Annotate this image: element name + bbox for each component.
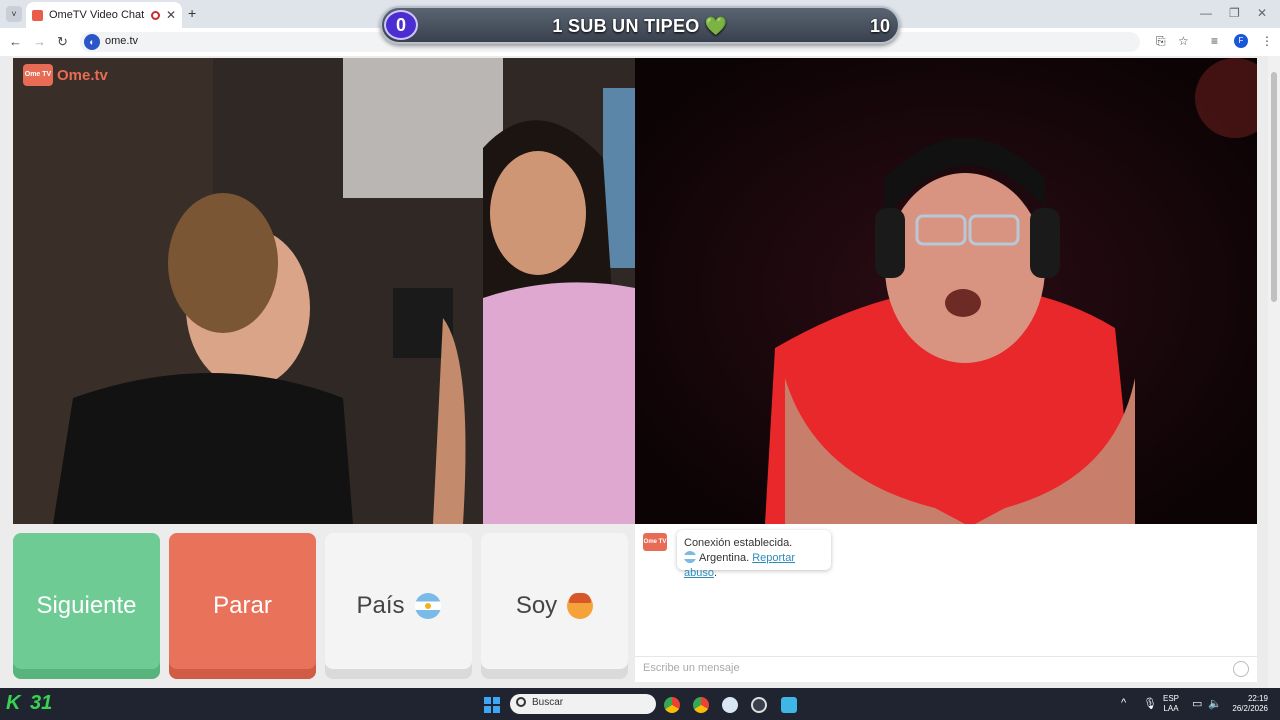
- banner-counter-right: 10: [869, 16, 890, 36]
- url-text[interactable]: ome.tv: [105, 35, 138, 47]
- back-icon[interactable]: ←: [9, 34, 22, 49]
- stop-button[interactable]: Parar: [169, 533, 316, 679]
- volume-icon[interactable]: 🔈: [1208, 697, 1222, 710]
- chat-panel: Ome TV Conexión establecida. Argentina. …: [635, 524, 1257, 682]
- banner-title-text: 1 SUB UN TIPEO: [552, 16, 700, 36]
- country-button[interactable]: País: [325, 533, 472, 679]
- reading-list-icon[interactable]: ≡: [1211, 34, 1218, 48]
- system-message: Conexión establecida. Argentina. Reporta…: [677, 530, 831, 579]
- kick-counter: 31: [30, 692, 53, 714]
- heart-icon: 💚: [704, 16, 728, 36]
- close-tab-icon[interactable]: ✕: [166, 8, 176, 22]
- windows-start-icon[interactable]: [484, 697, 500, 713]
- restore-icon[interactable]: ❐: [1229, 6, 1240, 20]
- tab-search-button[interactable]: ˅: [6, 6, 22, 22]
- app-icon[interactable]: [722, 697, 738, 713]
- gender-button[interactable]: Soy: [481, 533, 628, 679]
- connection-status: Conexión establecida.: [684, 537, 793, 549]
- ometv-logo-text: Ome.tv: [57, 66, 108, 84]
- banner-title: 1 SUB UN TIPEO 💚: [382, 16, 898, 37]
- cast-icon[interactable]: ⎘: [1156, 34, 1166, 49]
- profile-avatar[interactable]: F: [1234, 34, 1248, 48]
- next-button[interactable]: Siguiente: [13, 533, 160, 679]
- country-button-label: País: [356, 592, 405, 619]
- stranger-video: Ome TV Ome.tv: [13, 58, 635, 524]
- tab-title: OmeTV Video Chat — Omegle Alternative: [49, 9, 145, 21]
- ometv-logo[interactable]: Ome TV Ome.tv: [23, 64, 108, 86]
- self-video-frame: [635, 58, 1257, 524]
- microphone-icon[interactable]: 🎙: [1143, 697, 1157, 710]
- message-placeholder: Escribe un mensaje: [643, 662, 740, 674]
- new-tab-button[interactable]: +: [188, 5, 196, 21]
- chrome-profile-icon[interactable]: [693, 697, 709, 713]
- obs-icon[interactable]: [751, 697, 767, 713]
- ometv-logo-icon: Ome TV: [23, 64, 53, 86]
- emoji-icon[interactable]: [1233, 661, 1249, 677]
- language-top: ESP: [1163, 694, 1180, 703]
- windows-taskbar: K 31 Buscar ^ 🎙 ESP LAA ▭ 🔈 22:19 26/2/2…: [0, 688, 1280, 720]
- language-indicator[interactable]: ESP LAA: [1163, 694, 1179, 714]
- argentina-flag-small-icon: [684, 551, 696, 563]
- ometv-chat-logo-icon: Ome TV: [643, 533, 667, 551]
- forward-icon[interactable]: →: [33, 34, 46, 49]
- clock-time: 22:19: [1247, 694, 1268, 703]
- page-scrollbar[interactable]: [1268, 56, 1280, 688]
- report-period: .: [713, 567, 718, 579]
- self-video: [635, 58, 1257, 524]
- bookmark-star-icon[interactable]: ☆: [1178, 34, 1189, 48]
- recording-icon: [150, 10, 160, 20]
- stop-button-label: Parar: [213, 592, 272, 619]
- next-button-label: Siguiente: [36, 592, 137, 619]
- network-icon[interactable]: ▭: [1192, 697, 1202, 710]
- taskbar-search-placeholder: Buscar: [532, 697, 564, 708]
- reload-icon[interactable]: ↻: [57, 34, 68, 50]
- browser-tab[interactable]: OmeTV Video Chat — Omegle Alternative ✕: [26, 2, 182, 28]
- close-window-icon[interactable]: ✕: [1257, 6, 1267, 20]
- gender-button-label: Soy: [515, 592, 558, 619]
- chrome-icon[interactable]: [664, 697, 680, 713]
- stream-banner: 0 1 SUB UN TIPEO 💚 10: [380, 6, 900, 44]
- taskbar-search[interactable]: Buscar: [510, 694, 656, 714]
- message-input[interactable]: Escribe un mensaje: [635, 656, 1257, 682]
- scrollbar-thumb[interactable]: [1271, 72, 1277, 302]
- notepad-icon[interactable]: [781, 697, 797, 713]
- taskbar-clock[interactable]: 22:19 26/2/2026: [1228, 694, 1268, 714]
- partner-country-line: Argentina. Reportar abuso.: [684, 551, 824, 581]
- argentina-flag-icon: [414, 593, 441, 619]
- search-icon: [516, 697, 526, 707]
- show-hidden-icons[interactable]: ^: [1121, 697, 1126, 709]
- menu-icon[interactable]: ⋮: [1261, 34, 1273, 48]
- site-info-icon[interactable]: ◐: [84, 34, 100, 50]
- kick-logo: K: [6, 692, 21, 714]
- boy-face-icon: [567, 593, 594, 619]
- ometv-favicon-icon: [32, 9, 43, 21]
- clock-date: 26/2/2026: [1232, 704, 1268, 713]
- minimize-icon[interactable]: —: [1200, 6, 1212, 20]
- partner-country: Argentina.: [699, 552, 750, 564]
- stranger-video-frame: [13, 58, 635, 524]
- language-bottom: LAA: [1163, 704, 1179, 713]
